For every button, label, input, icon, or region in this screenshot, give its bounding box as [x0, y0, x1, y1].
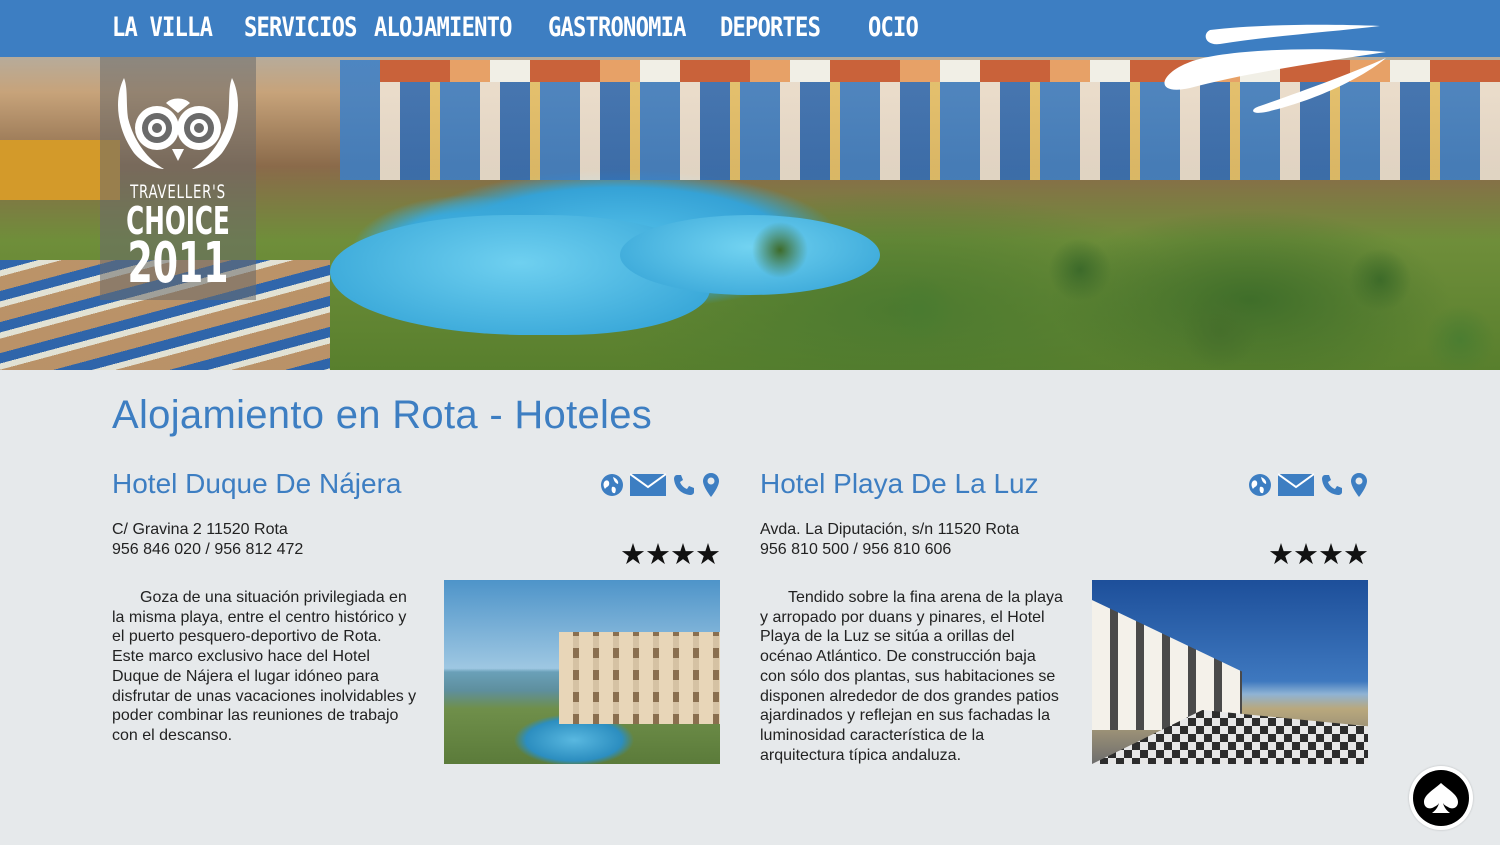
- globe-icon[interactable]: [1248, 473, 1272, 502]
- hero-palm-trees: [700, 190, 1500, 370]
- mail-icon[interactable]: [629, 473, 667, 502]
- star-rating: ★★★★: [1268, 539, 1369, 571]
- hotel-contact-icons: [600, 472, 720, 503]
- spade-button[interactable]: [1409, 766, 1473, 830]
- hotel-photo[interactable]: [444, 580, 720, 764]
- star-rating: ★★★★: [620, 539, 721, 571]
- nav-item-la-villa[interactable]: LA VILLA: [112, 12, 213, 43]
- hotel-description: Goza de una situación privilegiada en la…: [112, 589, 417, 744]
- hotel-description: Tendido sobre la fina arena de la playa …: [760, 589, 1063, 764]
- hotel-address: C/ Gravina 2 11520 Rota: [112, 521, 288, 538]
- spade-button-inner: [1413, 770, 1469, 826]
- phone-icon[interactable]: [672, 473, 696, 502]
- map-pin-icon[interactable]: [702, 472, 720, 503]
- hotel-photo-facade: [1092, 600, 1242, 730]
- hotel-contact-icons: [1248, 472, 1368, 503]
- page-title: Alojamiento en Rota - Hoteles: [112, 393, 653, 437]
- hotel-address-block: Avda. La Diputación, s/n 11520 Rota 956 …: [760, 520, 1019, 560]
- hotel-photo[interactable]: [1092, 580, 1368, 764]
- hotel-card: Hotel Duque De Nájera C/ Gravina 2 11520…: [112, 468, 721, 768]
- badge-year: 2011: [127, 231, 229, 296]
- hotel-photo-windows: [559, 632, 720, 724]
- hotel-phone: 956 846 020 / 956 812 472: [112, 541, 304, 558]
- hotel-address-block: C/ Gravina 2 11520 Rota 956 846 020 / 95…: [112, 520, 303, 560]
- nav-item-alojamiento[interactable]: ALOJAMIENTO: [374, 12, 512, 43]
- hotel-card: Hotel Playa De La Luz Avda. La Diputació…: [760, 468, 1369, 768]
- nav-item-ocio[interactable]: OCIO: [868, 12, 919, 43]
- hotel-name[interactable]: Hotel Duque De Nájera: [112, 468, 402, 500]
- globe-icon[interactable]: [600, 473, 624, 502]
- hotel-phone: 956 810 500 / 956 810 606: [760, 541, 952, 558]
- travellers-choice-badge: TRAVELLER'S CHOICE 2011: [100, 57, 256, 300]
- tripadvisor-owl-icon: [118, 78, 238, 169]
- nav-item-gastronomia[interactable]: GASTRONOMIA: [548, 12, 686, 43]
- hotel-name[interactable]: Hotel Playa De La Luz: [760, 468, 1039, 500]
- mail-icon[interactable]: [1277, 473, 1315, 502]
- nav-item-deportes[interactable]: DEPORTES: [720, 12, 821, 43]
- hotel-address: Avda. La Diputación, s/n 11520 Rota: [760, 521, 1020, 538]
- brand-swoosh-logo[interactable]: [1150, 22, 1390, 114]
- phone-icon[interactable]: [1320, 473, 1344, 502]
- nav-item-servicios[interactable]: SERVICIOS: [244, 12, 357, 43]
- map-pin-icon[interactable]: [1350, 472, 1368, 503]
- spade-icon: [1424, 783, 1458, 813]
